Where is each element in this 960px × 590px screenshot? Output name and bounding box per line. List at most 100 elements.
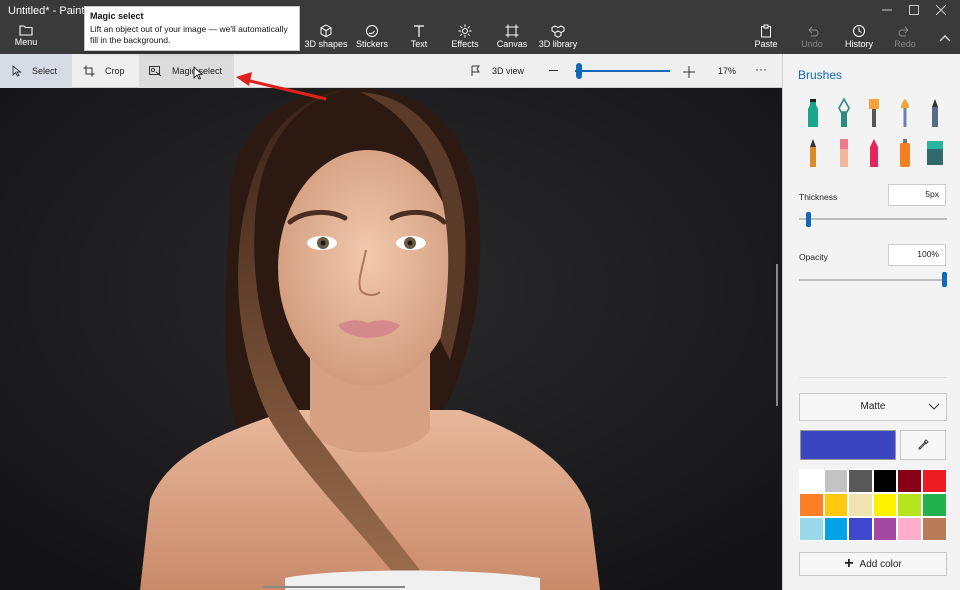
redo-label: Redo — [894, 39, 916, 49]
zoom-in-button[interactable] — [683, 65, 695, 78]
color-swatch[interactable] — [823, 493, 849, 517]
menu-button[interactable]: Menu — [0, 24, 52, 52]
chevron-down-icon — [928, 403, 940, 410]
pixel-pen-icon — [932, 99, 938, 127]
sun-icon — [458, 24, 472, 38]
menu-label: Menu — [14, 37, 38, 47]
add-color-button[interactable]: + Add color — [799, 552, 947, 576]
brush-pixel-pen[interactable] — [923, 96, 947, 130]
zoom-out-button[interactable] — [549, 70, 558, 71]
thickness-slider-thumb[interactable] — [806, 212, 812, 227]
brush-eraser[interactable] — [832, 136, 856, 170]
toolbar-canvas[interactable]: Canvas — [486, 24, 538, 52]
color-swatch[interactable] — [872, 493, 898, 517]
color-swatch[interactable] — [897, 469, 922, 493]
color-swatch[interactable] — [823, 517, 849, 541]
toolbar-text[interactable]: Text — [393, 24, 445, 52]
history-icon — [853, 25, 865, 37]
chevron-up-icon — [939, 35, 951, 42]
collapse-toolbar-button[interactable] — [928, 28, 960, 48]
toolbar-label: 3D shapes — [304, 39, 348, 49]
tooltip-title: Magic select — [90, 11, 144, 21]
color-swatch[interactable] — [848, 517, 873, 541]
color-swatch[interactable] — [897, 493, 922, 517]
close-button[interactable] — [924, 0, 958, 20]
history-button[interactable]: History — [833, 24, 885, 52]
brush-pencil[interactable] — [801, 136, 825, 170]
color-swatch[interactable] — [848, 469, 873, 493]
color-swatch[interactable] — [799, 517, 824, 541]
select-label: Select — [32, 66, 58, 76]
finish-dropdown[interactable]: Matte — [799, 393, 947, 421]
tooltip-text: Lift an object out of your image — we'll… — [90, 24, 288, 45]
color-swatch[interactable] — [799, 469, 824, 493]
canvas-icon — [505, 24, 519, 38]
close-icon — [936, 5, 946, 15]
canvas-area[interactable] — [0, 88, 782, 590]
color-swatch[interactable] — [921, 517, 947, 541]
magic-select-button[interactable]: Magic select — [139, 54, 234, 88]
panel-divider — [799, 377, 947, 378]
color-swatch[interactable] — [921, 469, 947, 493]
crayon-icon — [870, 139, 878, 167]
maximize-icon — [909, 5, 919, 15]
zoom-slider-thumb[interactable] — [576, 63, 582, 79]
cursor-icon — [12, 65, 22, 77]
pencil-icon — [810, 139, 816, 167]
brush-calligraphy-pen[interactable] — [832, 96, 856, 130]
crop-icon — [83, 65, 95, 77]
portrait-image — [0, 88, 782, 590]
thickness-slider[interactable] — [799, 218, 947, 220]
toolbar-label: Stickers — [355, 39, 388, 49]
3d-view-button[interactable]: 3D view — [470, 54, 540, 88]
brush-spray-can[interactable] — [893, 136, 917, 170]
color-swatch[interactable] — [921, 493, 947, 517]
mouse-cursor-icon — [193, 66, 203, 80]
opacity-input[interactable]: 100% — [888, 244, 946, 266]
opacity-label: Opacity — [799, 252, 828, 262]
color-swatch[interactable] — [823, 469, 849, 493]
paste-button[interactable]: Paste — [740, 24, 792, 52]
brush-watercolor[interactable] — [893, 96, 917, 130]
color-palette — [799, 469, 947, 541]
eyedropper-button[interactable] — [900, 430, 946, 460]
select-button[interactable]: Select — [0, 54, 72, 88]
toolbar-3d-library[interactable]: 3D library — [532, 24, 584, 52]
brush-crayon[interactable] — [862, 136, 886, 170]
color-swatch[interactable] — [872, 517, 898, 541]
current-color-swatch[interactable] — [800, 430, 896, 460]
brush-fill[interactable] — [923, 136, 947, 170]
toolbar-label: Effects — [451, 39, 479, 49]
paste-label: Paste — [754, 39, 778, 49]
color-swatch[interactable] — [872, 469, 898, 493]
spray-can-icon — [899, 139, 910, 167]
thickness-input[interactable]: 5px — [888, 184, 946, 206]
undo-button[interactable]: Undo — [786, 24, 838, 52]
brush-marker[interactable] — [801, 96, 825, 130]
brush-oil-brush[interactable] — [862, 96, 886, 130]
opacity-slider[interactable] — [799, 279, 947, 281]
color-swatch[interactable] — [897, 517, 922, 541]
zoom-slider-track[interactable] — [575, 70, 670, 72]
cube-icon — [320, 24, 332, 38]
text-icon — [414, 25, 424, 37]
calligraphy-pen-icon — [837, 97, 850, 127]
redo-icon — [898, 26, 909, 37]
history-label: History — [844, 39, 873, 49]
opacity-slider-thumb[interactable] — [942, 272, 947, 287]
redo-button[interactable]: Redo — [879, 24, 931, 52]
crop-button[interactable]: Crop — [72, 54, 138, 88]
toolbar-effects[interactable]: Effects — [439, 24, 491, 52]
horizontal-scrollbar[interactable] — [262, 586, 405, 588]
vertical-scrollbar[interactable] — [776, 264, 778, 406]
toolbar-3d-shapes[interactable]: 3D shapes — [300, 24, 352, 52]
toolbar-label: Canvas — [496, 39, 528, 49]
oil-brush-icon — [869, 99, 879, 127]
toolbar-stickers[interactable]: Stickers — [346, 24, 398, 52]
color-swatch[interactable] — [848, 493, 873, 517]
eyedropper-icon — [918, 439, 929, 450]
window-title: Untitled* - Paint 3 — [8, 5, 94, 17]
more-options-button[interactable]: ··· — [755, 62, 767, 76]
color-swatch[interactable] — [799, 493, 824, 517]
magic-select-icon — [149, 65, 162, 76]
